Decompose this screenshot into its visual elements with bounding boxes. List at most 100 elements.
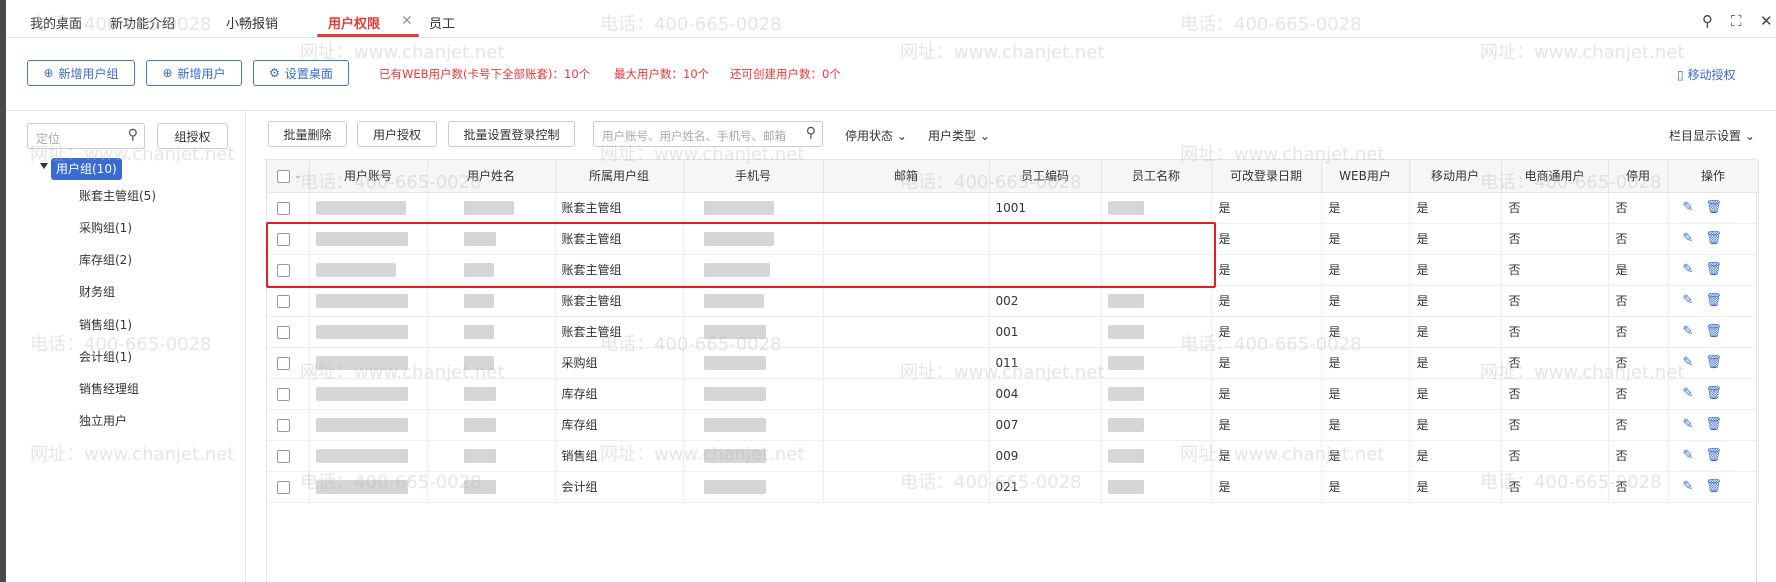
search-icon[interactable]: ⚲ bbox=[1702, 12, 1713, 30]
tree-root-user-groups[interactable]: 用户组(10) bbox=[51, 158, 122, 180]
table-row[interactable]: 账套主管组 001 是是是否否 ✎ 🗑 bbox=[267, 316, 1759, 348]
tab-my-desktop[interactable]: 我的桌面 bbox=[30, 13, 82, 32]
cell-account bbox=[309, 347, 428, 379]
edit-icon[interactable]: ✎ bbox=[1683, 231, 1694, 246]
set-desktop-button[interactable]: ⚙ 设置桌面 bbox=[253, 60, 349, 86]
row-checkbox[interactable] bbox=[267, 285, 310, 317]
delete-icon[interactable]: 🗑 bbox=[1705, 386, 1722, 401]
cell-email bbox=[823, 409, 990, 441]
batch-login-control-button[interactable]: 批量设置登录控制 bbox=[448, 121, 575, 147]
edit-icon[interactable]: ✎ bbox=[1683, 417, 1694, 432]
delete-icon[interactable]: 🗑 bbox=[1705, 262, 1722, 277]
edit-icon[interactable]: ✎ bbox=[1683, 355, 1694, 370]
row-checkbox[interactable] bbox=[267, 378, 310, 410]
tree-item[interactable]: 库存组(2) bbox=[79, 251, 132, 268]
edit-icon[interactable]: ✎ bbox=[1683, 200, 1694, 215]
cell-ec-user: 否 bbox=[1501, 316, 1609, 348]
cell-phone bbox=[683, 192, 824, 224]
row-checkbox[interactable] bbox=[267, 254, 310, 286]
user-search-input[interactable]: 用户账号、用户姓名、手机号、邮箱 ⚲ bbox=[593, 121, 823, 147]
batch-delete-button[interactable]: 批量删除 bbox=[268, 121, 347, 147]
search-icon: ⚲ bbox=[127, 127, 138, 143]
tree-item[interactable]: 独立用户 bbox=[79, 412, 127, 429]
row-checkbox[interactable] bbox=[267, 471, 310, 503]
chevron-down-icon: ⌄ bbox=[294, 171, 302, 182]
table-row[interactable]: 账套主管组 002 是是是否否 ✎ 🗑 bbox=[267, 285, 1759, 317]
cell-disabled: 是 bbox=[1608, 254, 1669, 286]
tab-expense[interactable]: 小畅报销 bbox=[226, 13, 278, 32]
table-row[interactable]: 库存组 004 是是是否否 ✎ 🗑 bbox=[267, 378, 1759, 410]
delete-icon[interactable]: 🗑 bbox=[1705, 324, 1722, 339]
cell-phone bbox=[683, 471, 824, 503]
fullscreen-icon[interactable]: ⛶ bbox=[1731, 12, 1742, 30]
table-row[interactable]: 会计组 021 是是是否否 ✎ 🗑 bbox=[267, 471, 1759, 503]
column-settings-dropdown[interactable]: 栏目显示设置 ⌄ bbox=[1669, 127, 1755, 144]
edit-icon[interactable]: ✎ bbox=[1683, 386, 1694, 401]
tree-item[interactable]: 采购组(1) bbox=[79, 219, 132, 236]
cell-mobile-user: 是 bbox=[1409, 223, 1502, 255]
add-user-button[interactable]: ⊕ 新增用户 bbox=[146, 60, 242, 86]
tree-item[interactable]: 财务组 bbox=[79, 283, 115, 300]
cell-user-name bbox=[427, 347, 556, 379]
row-checkbox[interactable] bbox=[267, 347, 310, 379]
edit-icon[interactable]: ✎ bbox=[1683, 479, 1694, 494]
delete-icon[interactable]: 🗑 bbox=[1705, 448, 1722, 463]
cell-ec-user: 否 bbox=[1501, 378, 1609, 410]
cell-account bbox=[309, 254, 428, 286]
table-row[interactable]: 账套主管组 1001 是是是否否 ✎ 🗑 bbox=[267, 192, 1759, 224]
group-panel: 定位 ⚲ 组授权 用户组(10) 账套主管组(5) 采购组(1) 库存组(2) … bbox=[6, 111, 246, 582]
delete-icon[interactable]: 🗑 bbox=[1705, 293, 1722, 308]
edit-icon[interactable]: ✎ bbox=[1683, 448, 1694, 463]
close-icon[interactable]: ✕ bbox=[1760, 12, 1773, 30]
gear-icon: ⚙ bbox=[269, 66, 280, 80]
row-checkbox[interactable] bbox=[267, 409, 310, 441]
cell-account bbox=[309, 316, 428, 348]
delete-icon[interactable]: 🗑 bbox=[1705, 200, 1722, 215]
group-auth-button[interactable]: 组授权 bbox=[157, 123, 228, 149]
edit-icon[interactable]: ✎ bbox=[1683, 293, 1694, 308]
status-filter-dropdown[interactable]: 停用状态 ⌄ bbox=[845, 127, 907, 144]
tab-close-icon[interactable]: ✕ bbox=[401, 13, 413, 29]
delete-icon[interactable]: 🗑 bbox=[1705, 355, 1722, 370]
table-row[interactable]: 采购组 011 是是是否否 ✎ 🗑 bbox=[267, 347, 1759, 379]
cell-actions: ✎ 🗑 bbox=[1668, 471, 1759, 503]
tree-item[interactable]: 会计组(1) bbox=[79, 348, 132, 365]
expand-arrow-icon[interactable] bbox=[40, 163, 48, 169]
delete-icon[interactable]: 🗑 bbox=[1705, 417, 1722, 432]
row-checkbox[interactable] bbox=[267, 223, 310, 255]
col-actions: 操作 bbox=[1668, 160, 1759, 193]
user-auth-button[interactable]: 用户授权 bbox=[357, 121, 437, 147]
delete-icon[interactable]: 🗑 bbox=[1705, 479, 1722, 494]
row-checkbox[interactable] bbox=[267, 192, 310, 224]
tab-employees[interactable]: 员工 bbox=[429, 13, 455, 32]
tree-item[interactable]: 销售组(1) bbox=[79, 316, 132, 333]
locate-input[interactable]: 定位 ⚲ bbox=[27, 123, 145, 149]
type-filter-dropdown[interactable]: 用户类型 ⌄ bbox=[928, 127, 990, 144]
table-row[interactable]: 账套主管组是是是否是 ✎ 🗑 bbox=[267, 254, 1759, 286]
table-row[interactable]: 销售组 009 是是是否否 ✎ 🗑 bbox=[267, 440, 1759, 472]
cell-employee-code: 021 bbox=[989, 471, 1102, 503]
tab-new-features[interactable]: 新功能介绍 bbox=[110, 13, 175, 32]
table-row[interactable]: 库存组 007 是是是否否 ✎ 🗑 bbox=[267, 409, 1759, 441]
cell-actions: ✎ 🗑 bbox=[1668, 347, 1759, 379]
tree-item[interactable]: 账套主管组(5) bbox=[79, 187, 156, 204]
edit-icon[interactable]: ✎ bbox=[1683, 324, 1694, 339]
cell-web-user: 是 bbox=[1321, 347, 1410, 379]
select-all-checkbox[interactable]: ⌄ bbox=[267, 160, 310, 193]
add-user-group-button[interactable]: ⊕ 新增用户组 bbox=[27, 60, 135, 86]
cell-mobile-user: 是 bbox=[1409, 285, 1502, 317]
cell-employee-name bbox=[1101, 440, 1212, 472]
move-auth-button[interactable]: ▯ 移动授权 bbox=[1677, 66, 1735, 83]
cell-employee-name bbox=[1101, 347, 1212, 379]
table-row[interactable]: 账套主管组是是是否否 ✎ 🗑 bbox=[267, 223, 1759, 255]
tab-user-permissions[interactable]: 用户权限 bbox=[328, 13, 380, 32]
cell-employee-code bbox=[989, 254, 1102, 286]
cell-email bbox=[823, 254, 990, 286]
delete-icon[interactable]: 🗑 bbox=[1705, 231, 1722, 246]
tree-item[interactable]: 销售经理组 bbox=[79, 380, 139, 397]
cell-disabled: 否 bbox=[1608, 316, 1669, 348]
row-checkbox[interactable] bbox=[267, 440, 310, 472]
edit-icon[interactable]: ✎ bbox=[1683, 262, 1694, 277]
row-checkbox[interactable] bbox=[267, 316, 310, 348]
cell-ec-user: 否 bbox=[1501, 254, 1609, 286]
